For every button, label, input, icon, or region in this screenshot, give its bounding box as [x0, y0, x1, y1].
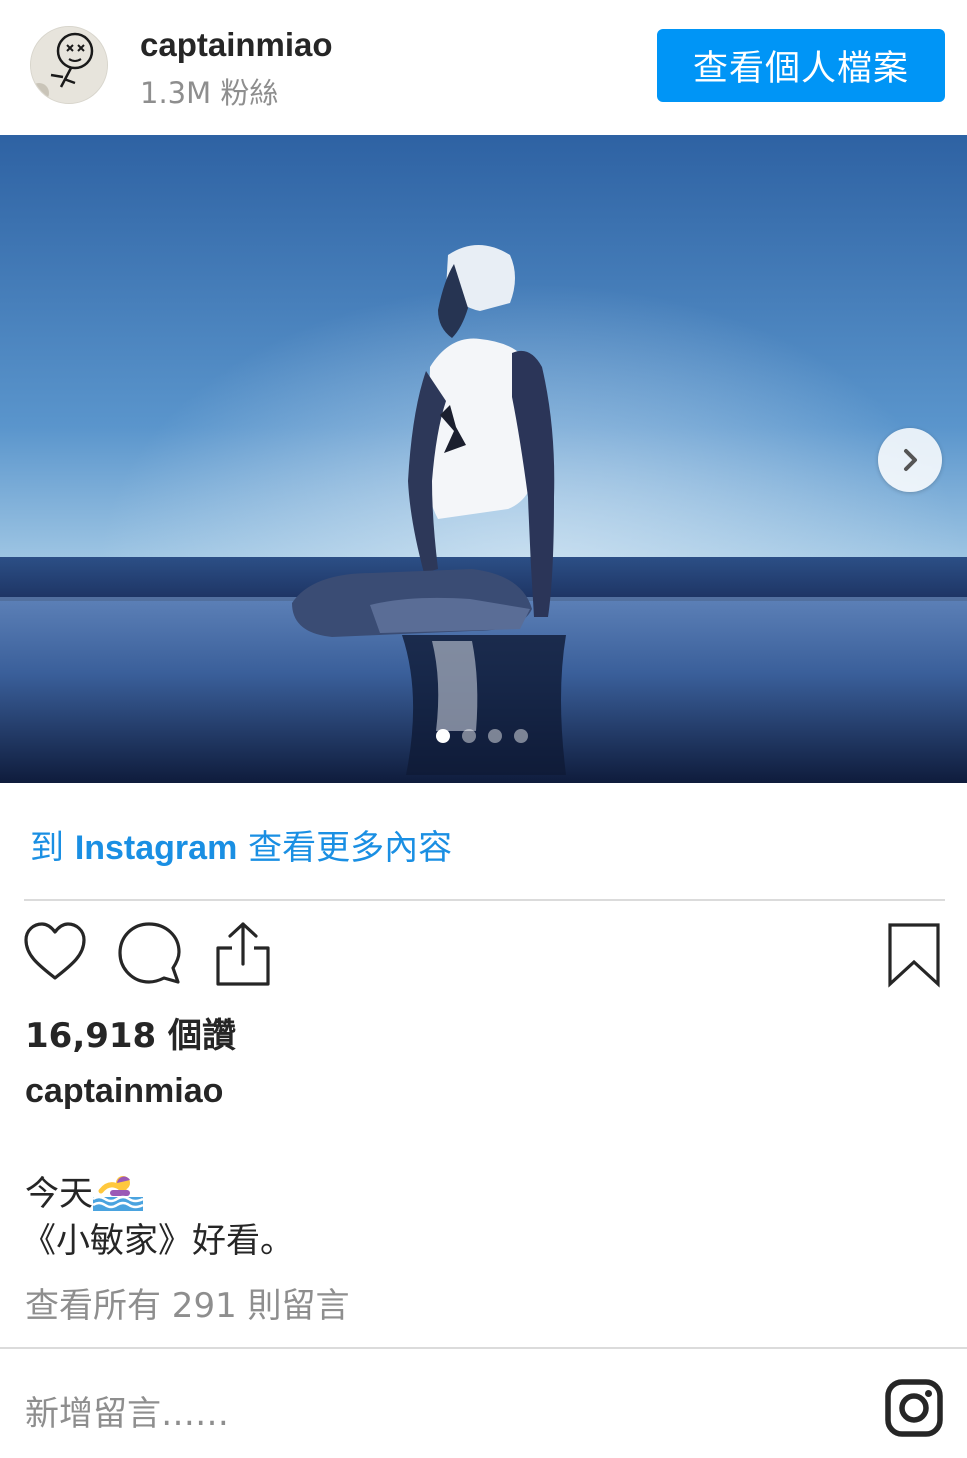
header-username[interactable]: captainmiao — [140, 26, 333, 64]
view-profile-button[interactable]: 查看個人檔案 — [657, 29, 945, 102]
caption-username[interactable]: captainmiao — [25, 1072, 223, 1111]
divider — [24, 899, 945, 901]
view-more-link[interactable]: 到 Instagram 查看更多內容 — [30, 820, 452, 869]
post-photo[interactable] — [0, 135, 967, 783]
follower-count: 1.3M 粉絲 — [140, 76, 279, 110]
instagram-icon — [885, 1379, 943, 1437]
caption-line: 今天 — [25, 1166, 143, 1215]
like-button[interactable] — [22, 920, 88, 986]
comment-icon — [118, 922, 181, 984]
add-comment-input[interactable]: 新增留言…… — [25, 1386, 229, 1435]
instagram-logo-link[interactable] — [884, 1378, 944, 1442]
share-button[interactable] — [212, 920, 274, 992]
heart-icon — [24, 922, 86, 980]
carousel-indicator — [436, 729, 528, 743]
link-suffix: 查看更多內容 — [237, 828, 453, 868]
caption-text: 今天 — [25, 1174, 93, 1214]
carousel-dot — [462, 729, 476, 743]
like-count: 16,918 個讚 — [25, 1016, 237, 1056]
view-all-comments-link[interactable]: 查看所有 291 則留言 — [25, 1278, 350, 1327]
bookmark-icon — [888, 923, 940, 988]
carousel-dot — [514, 729, 528, 743]
swimmer-emoji-icon — [93, 1175, 143, 1211]
link-brand: Instagram — [74, 829, 238, 867]
chevron-right-icon — [904, 449, 917, 471]
link-prefix: 到 — [30, 828, 75, 868]
post-header: captainmiao 1.3M 粉絲 查看個人檔案 — [0, 0, 967, 135]
carousel-dot — [488, 729, 502, 743]
next-slide-button[interactable] — [878, 428, 942, 492]
save-button[interactable] — [886, 922, 942, 992]
divider — [0, 1347, 967, 1349]
caption-text: 《小敏家》好看。 — [22, 1221, 294, 1261]
instagram-embed: captainmiao 1.3M 粉絲 查看個人檔案 到 Instagram 查… — [0, 0, 967, 1458]
avatar-drawing — [31, 27, 107, 103]
carousel-dot — [436, 729, 450, 743]
share-icon — [216, 922, 270, 986]
photo-image — [0, 135, 967, 783]
avatar[interactable] — [30, 26, 108, 104]
comment-button[interactable] — [116, 920, 182, 990]
